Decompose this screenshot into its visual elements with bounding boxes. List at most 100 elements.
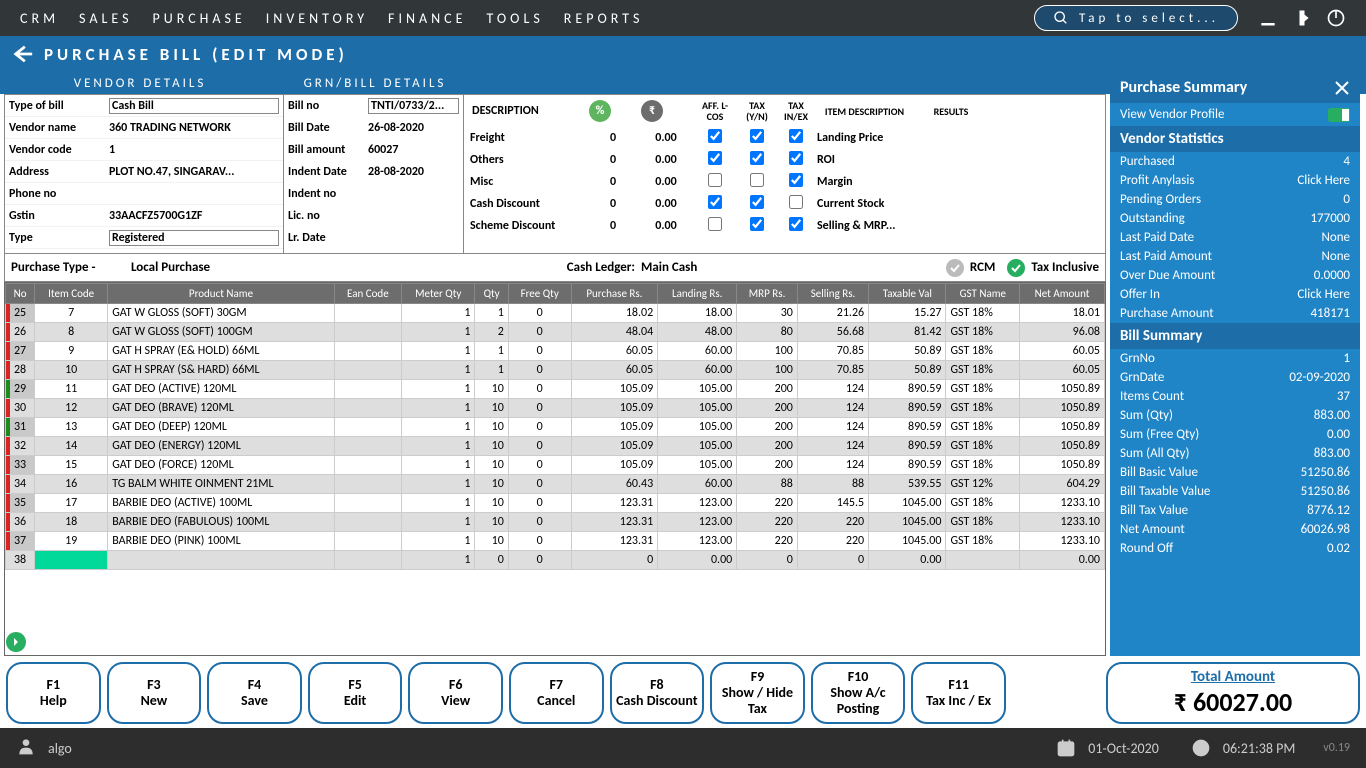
col-header[interactable]: Ean Code xyxy=(334,284,401,304)
tax-inex-checkbox[interactable] xyxy=(789,173,803,187)
col-header[interactable]: GST Name xyxy=(946,284,1020,304)
col-header[interactable]: No xyxy=(6,284,35,304)
fkey-f8[interactable]: F8Cash Discount xyxy=(610,662,705,724)
table-row[interactable]: 30 12 GAT DEO (BRAVE) 120ML 1100 105.091… xyxy=(6,399,1105,418)
stat-row[interactable]: Offer InClick Here xyxy=(1110,285,1360,304)
tax-inclusive-toggle[interactable]: Tax Inclusive xyxy=(1007,259,1099,277)
tax-yn-checkbox[interactable] xyxy=(750,217,764,231)
search-placeholder: Tap to select... xyxy=(1079,11,1219,26)
menu-finance[interactable]: FINANCE xyxy=(388,10,466,27)
minimize-icon[interactable] xyxy=(1258,8,1278,28)
table-row[interactable]: 28 10 GAT H SPRAY (S& HARD) 66ML 110 60.… xyxy=(6,361,1105,380)
tax-yn-checkbox[interactable] xyxy=(750,151,764,165)
table-row[interactable]: 34 16 TG BALM WHITE OINMENT 21ML 1100 60… xyxy=(6,475,1105,494)
bill-date-field[interactable]: 26-08-2020 xyxy=(368,121,459,135)
aff-lcost-checkbox[interactable] xyxy=(708,129,722,143)
purchase-type-value[interactable]: Local Purchase xyxy=(131,260,551,275)
table-row[interactable]: 29 11 GAT DEO (ACTIVE) 120ML 1100 105.09… xyxy=(6,380,1105,399)
tax-inex-checkbox[interactable] xyxy=(789,151,803,165)
menu-inventory[interactable]: INVENTORY xyxy=(266,10,368,27)
tax-inex-checkbox[interactable] xyxy=(789,195,803,209)
tax-inex-checkbox[interactable] xyxy=(789,217,803,231)
fkey-f6[interactable]: F6View xyxy=(408,662,503,724)
rcm-toggle[interactable]: RCM xyxy=(946,259,995,277)
tax-yn-checkbox[interactable] xyxy=(750,129,764,143)
col-header[interactable]: Net Amount xyxy=(1020,284,1105,304)
table-row[interactable]: 33 15 GAT DEO (FORCE) 120ML 1100 105.091… xyxy=(6,456,1105,475)
menu-purchase[interactable]: PURCHASE xyxy=(153,10,246,27)
col-header[interactable]: Meter Qty xyxy=(402,284,475,304)
table-row[interactable]: 38 100 00.000 00.000.00 xyxy=(6,551,1105,570)
status-user: algo xyxy=(48,740,72,757)
summary-title: Purchase Summary xyxy=(1120,78,1247,97)
aff-lcost-checkbox[interactable] xyxy=(708,151,722,165)
table-row[interactable]: 27 9 GAT H SPRAY (E& HOLD) 66ML 110 60.0… xyxy=(6,342,1105,361)
table-row[interactable]: 35 17 BARBIE DEO (ACTIVE) 100ML 1100 123… xyxy=(6,494,1105,513)
col-header[interactable]: Product Name xyxy=(108,284,334,304)
main-content: Type of billCash Bill Vendor name360 TRA… xyxy=(4,94,1106,656)
menu-reports[interactable]: REPORTS xyxy=(564,10,644,27)
power-icon[interactable] xyxy=(1326,8,1346,28)
fkey-f7[interactable]: F7Cancel xyxy=(509,662,604,724)
vendor-name-field[interactable]: 360 TRADING NETWORK xyxy=(109,121,279,135)
col-header[interactable]: Qty xyxy=(475,284,508,304)
tax-inex-checkbox[interactable] xyxy=(789,129,803,143)
table-row[interactable]: 37 19 BARBIE DEO (PINK) 100ML 1100 123.3… xyxy=(6,532,1105,551)
rupee-symbol: ₹ xyxy=(1174,686,1187,718)
col-header[interactable]: Purchase Rs. xyxy=(571,284,658,304)
close-icon[interactable] xyxy=(1334,80,1350,96)
fkey-f3[interactable]: F3New xyxy=(107,662,202,724)
fkey-f11[interactable]: F11Tax Inc / Ex xyxy=(911,662,1006,724)
bill-amount-field[interactable]: 60027 xyxy=(368,143,459,157)
col-header[interactable]: Item Code xyxy=(35,284,108,304)
stat-row: Items Count37 xyxy=(1110,387,1360,406)
stat-row[interactable]: Profit AnylasisClick Here xyxy=(1110,171,1360,190)
table-row[interactable]: 26 8 GAT W GLOSS (SOFT) 100GM 120 48.044… xyxy=(6,323,1105,342)
table-row[interactable]: 36 18 BARBIE DEO (FABULOUS) 100ML 1100 1… xyxy=(6,513,1105,532)
vendor-profile-toggle[interactable] xyxy=(1328,108,1350,122)
charges-block: DESCRIPTION % ₹ AFF. L-COS TAX (Y/N) TAX… xyxy=(464,94,1106,254)
search-icon xyxy=(1053,10,1069,26)
vendor-address-field: PLOT NO.47, SINGARAV... xyxy=(109,165,279,179)
table-row[interactable]: 25 7 GAT W GLOSS (SOFT) 30GM 110 18.0218… xyxy=(6,304,1105,323)
fkey-f10[interactable]: F10Show A/c Posting xyxy=(811,662,906,724)
col-header[interactable]: Taxable Val xyxy=(869,284,946,304)
global-search[interactable]: Tap to select... xyxy=(1034,5,1238,31)
total-amount-value: 60027.00 xyxy=(1193,686,1292,718)
stat-row: Over Due Amount0.0000 xyxy=(1110,266,1360,285)
col-header[interactable]: Free Qty xyxy=(508,284,571,304)
tax-yn-checkbox[interactable] xyxy=(750,195,764,209)
tax-yn-checkbox[interactable] xyxy=(750,173,764,187)
purchase-summary-panel: Purchase Summary View Vendor Profile Ven… xyxy=(1110,72,1360,656)
cash-ledger-value[interactable]: Main Cash xyxy=(641,260,731,275)
type-of-bill-select[interactable]: Cash Bill xyxy=(109,98,279,114)
stat-row: Bill Taxable Value51250.86 xyxy=(1110,482,1360,501)
aff-lcost-checkbox[interactable] xyxy=(708,173,722,187)
fkey-f5[interactable]: F5Edit xyxy=(308,662,403,724)
col-header[interactable]: Selling Rs. xyxy=(797,284,868,304)
stat-row: GrnDate02-09-2020 xyxy=(1110,368,1360,387)
bill-no-field[interactable]: TNTI/0733/2... xyxy=(368,98,459,114)
col-header[interactable]: Landing Rs. xyxy=(658,284,737,304)
menu-sales[interactable]: SALES xyxy=(79,10,132,27)
indent-date-field[interactable]: 28-08-2020 xyxy=(368,165,459,179)
items-grid[interactable]: NoItem CodeProduct NameEan CodeMeter Qty… xyxy=(4,282,1106,656)
vendor-code-field[interactable]: 1 xyxy=(109,143,279,157)
stat-row: Pending Orders0 xyxy=(1110,190,1360,209)
col-header[interactable]: MRP Rs. xyxy=(737,284,798,304)
aff-lcost-checkbox[interactable] xyxy=(708,217,722,231)
fkey-f4[interactable]: F4Save xyxy=(207,662,302,724)
back-icon[interactable] xyxy=(12,43,34,65)
gst-type-select[interactable]: Registered xyxy=(109,230,279,246)
aff-lcost-checkbox[interactable] xyxy=(708,195,722,209)
view-vendor-profile[interactable]: View Vendor Profile xyxy=(1120,107,1224,122)
fkey-f9[interactable]: F9Show / Hide Tax xyxy=(710,662,805,724)
table-row[interactable]: 31 13 GAT DEO (DEEP) 120ML 1100 105.0910… xyxy=(6,418,1105,437)
scroll-forward-icon[interactable] xyxy=(6,632,26,652)
log-icon[interactable] xyxy=(1292,8,1312,28)
stat-row: Purchased4 xyxy=(1110,152,1360,171)
fkey-f1[interactable]: F1Help xyxy=(6,662,101,724)
menu-tools[interactable]: TOOLS xyxy=(486,10,543,27)
menu-crm[interactable]: CRM xyxy=(20,10,59,27)
table-row[interactable]: 32 14 GAT DEO (ENERGY) 120ML 1100 105.09… xyxy=(6,437,1105,456)
